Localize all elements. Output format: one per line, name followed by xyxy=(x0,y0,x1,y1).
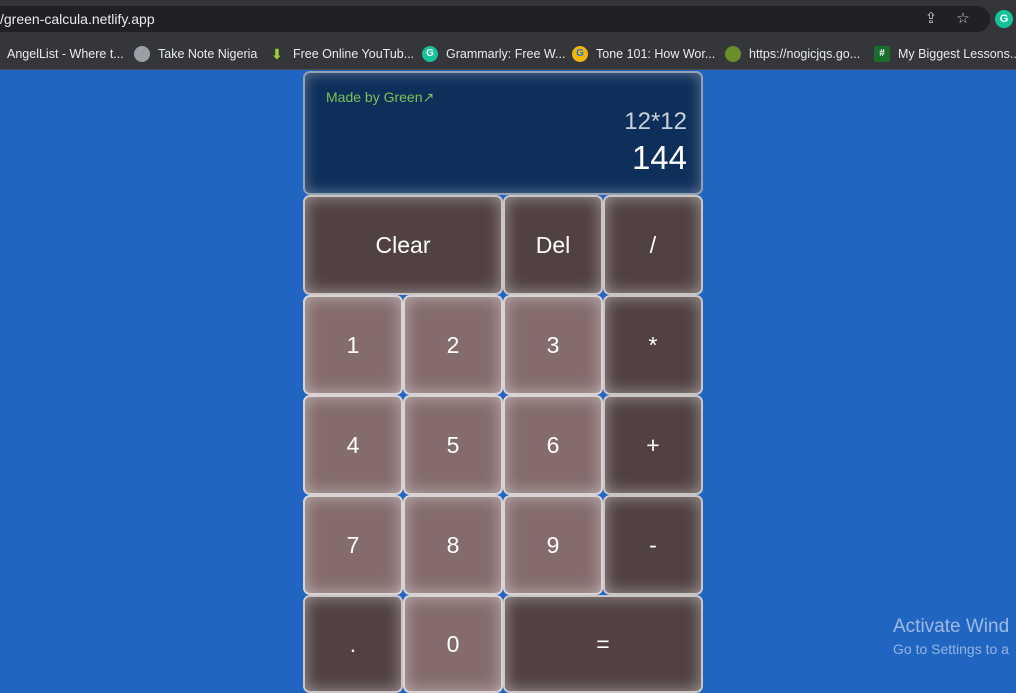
digit-2-button[interactable]: 2 xyxy=(403,295,503,395)
digit-8-button[interactable]: 8 xyxy=(403,495,503,595)
grammarly-icon: G xyxy=(422,46,438,62)
clear-button[interactable]: Clear xyxy=(303,195,503,295)
bookmark-label: AngelList - Where t... xyxy=(7,47,124,61)
digit-5-button[interactable]: 5 xyxy=(403,395,503,495)
bookmark-item[interactable]: Take Note Nigeria xyxy=(134,43,257,65)
calculator: Made by Green↗ 12*12 144 Clear Del / 1 2… xyxy=(303,71,703,693)
bookmark-star-icon[interactable]: ☆ xyxy=(954,10,972,28)
bookmark-item[interactable]: # My Biggest Lessons... xyxy=(874,43,1016,65)
digit-1-button[interactable]: 1 xyxy=(303,295,403,395)
google-icon: G xyxy=(572,46,588,62)
bookmarks-bar: AngelList - Where t... Take Note Nigeria… xyxy=(0,38,1016,70)
green-badge-icon xyxy=(725,46,741,62)
bookmark-item[interactable]: AngelList - Where t... xyxy=(7,43,124,65)
delete-button[interactable]: Del xyxy=(503,195,603,295)
globe-icon xyxy=(134,46,150,62)
share-icon[interactable]: ⇪ xyxy=(922,10,940,28)
digit-6-button[interactable]: 6 xyxy=(503,395,603,495)
activate-windows-watermark: Activate Wind xyxy=(893,616,1010,637)
calculator-display: Made by Green↗ 12*12 144 xyxy=(303,71,703,195)
address-bar[interactable]: /green-calcula.netlify.app ⇪ ☆ xyxy=(0,6,990,32)
bookmark-label: https://nogicjqs.go... xyxy=(749,47,861,61)
bookmark-label: Free Online YouTub... xyxy=(293,47,415,61)
equals-button[interactable]: = xyxy=(503,595,703,693)
digit-9-button[interactable]: 9 xyxy=(503,495,603,595)
current-operand: 144 xyxy=(631,139,687,176)
download-arrow-icon: ⬇ xyxy=(271,46,283,62)
digit-7-button[interactable]: 7 xyxy=(303,495,403,595)
bookmark-label: Tone 101: How Wor... xyxy=(596,47,716,61)
bookmark-item[interactable]: G Tone 101: How Wor... xyxy=(572,43,715,65)
plus-button[interactable]: + xyxy=(603,395,703,495)
hashnode-icon: # xyxy=(874,46,890,62)
url-text[interactable]: /green-calcula.netlify.app xyxy=(0,10,155,28)
decimal-button[interactable]: . xyxy=(303,595,403,693)
bookmark-label: Grammarly: Free W... xyxy=(446,47,566,61)
bookmark-label: My Biggest Lessons... xyxy=(898,47,1016,61)
made-by-link[interactable]: Made by Green↗ xyxy=(326,89,434,106)
browser-toolbar: /green-calcula.netlify.app ⇪ ☆ G xyxy=(0,0,1016,38)
digit-3-button[interactable]: 3 xyxy=(503,295,603,395)
bookmark-item[interactable]: ⬇ Free Online YouTub... xyxy=(269,43,414,65)
multiply-button[interactable]: * xyxy=(603,295,703,395)
previous-operand: 12*12 xyxy=(624,108,687,135)
digit-4-button[interactable]: 4 xyxy=(303,395,403,495)
bookmark-item[interactable]: G Grammarly: Free W... xyxy=(422,43,565,65)
grammarly-extension-icon[interactable]: G xyxy=(995,10,1013,28)
activate-windows-subtext: Go to Settings to a xyxy=(893,641,1009,657)
digit-0-button[interactable]: 0 xyxy=(403,595,503,693)
minus-button[interactable]: - xyxy=(603,495,703,595)
divide-button[interactable]: / xyxy=(603,195,703,295)
bookmark-item[interactable]: https://nogicjqs.go... xyxy=(725,43,860,65)
bookmark-label: Take Note Nigeria xyxy=(158,47,258,61)
